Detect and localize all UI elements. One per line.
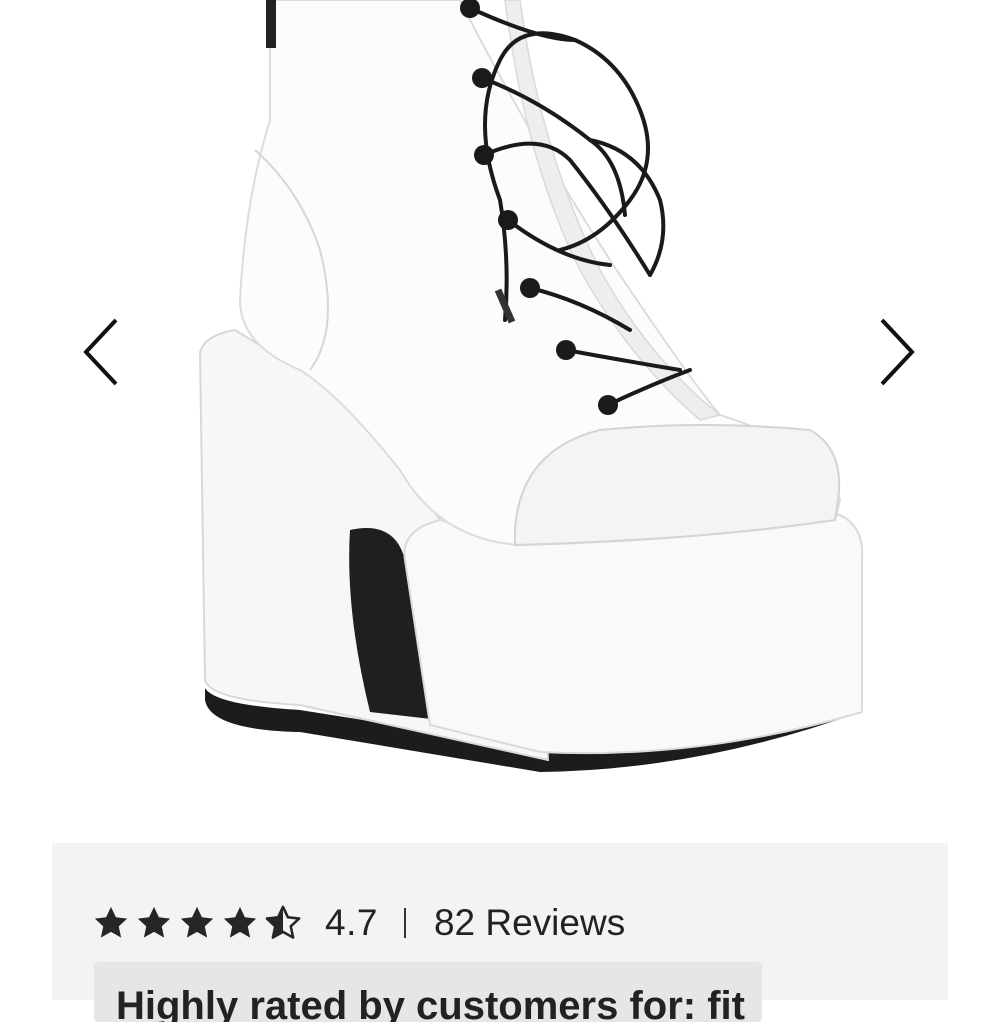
star-half-icon: [265, 905, 301, 939]
product-image[interactable]: [0, 0, 1000, 800]
star-full-icon: [223, 906, 257, 938]
review-summary-panel: 4.7 82 Reviews Highly rated by customers…: [52, 843, 948, 1022]
star-full-icon: [94, 906, 128, 938]
product-image-gallery: [0, 0, 1000, 800]
review-highlight-card[interactable]: Highly rated by customers for: fit: [94, 962, 762, 1022]
chevron-left-icon[interactable]: [72, 310, 132, 394]
rating-value: 4.7: [325, 902, 378, 943]
star-full-icon: [137, 906, 171, 938]
rating-row: 4.7 82 Reviews: [92, 901, 625, 945]
chevron-right-icon[interactable]: [866, 310, 926, 394]
star-rating: [92, 904, 307, 942]
star-full-icon: [180, 906, 214, 938]
review-highlight-text: Highly rated by customers for: fit: [116, 984, 745, 1022]
reviews-count-link[interactable]: 82 Reviews: [434, 902, 625, 944]
divider: [403, 908, 406, 938]
